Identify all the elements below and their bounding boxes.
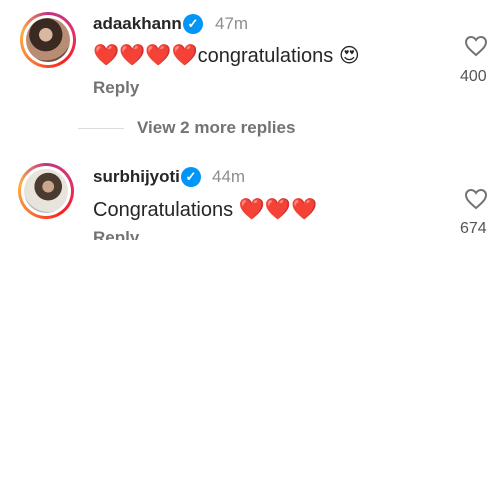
avatar[interactable]: [18, 163, 74, 219]
reply-button[interactable]: Reply: [93, 228, 139, 240]
view-more-replies-label[interactable]: View 2 more replies: [137, 118, 295, 138]
heart-eyes-emoji: 😍: [338, 43, 360, 67]
heart-outline-icon[interactable]: [464, 188, 488, 210]
reply-button[interactable]: Reply: [93, 78, 139, 98]
heart-outline-icon[interactable]: [464, 35, 488, 57]
username[interactable]: surbhijyoti: [93, 167, 180, 187]
comment-text: ❤️❤️❤️❤️congratulations 😍: [93, 43, 360, 68]
divider-line: [78, 128, 124, 129]
avatar-image: [24, 169, 68, 213]
comment-time: 44m: [212, 167, 246, 186]
verified-badge-icon: ✓: [181, 167, 201, 187]
heart-emoji: ❤️❤️❤️: [238, 197, 318, 221]
like-count: 400: [460, 68, 487, 85]
comment-body: Congratulations: [93, 199, 234, 221]
comment-surbhijyoti: surbhijyoti ✓ 44m Congratulations ❤️❤️❤️…: [0, 150, 500, 240]
avatar-border: [21, 166, 71, 216]
comment-time: 47m: [215, 14, 249, 33]
avatar[interactable]: [20, 12, 76, 68]
comment-text: Congratulations ❤️❤️❤️: [93, 197, 317, 222]
comment-body: congratulations: [197, 45, 334, 67]
avatar-image: [26, 18, 70, 62]
like-count: 674: [460, 220, 487, 237]
avatar-border: [23, 15, 73, 65]
heart-emoji: ❤️❤️❤️❤️: [93, 43, 198, 67]
verified-badge-icon: ✓: [183, 14, 203, 34]
comment-adaakhann: adaakhann ✓ 47m ❤️❤️❤️❤️congratulations …: [0, 0, 500, 100]
view-more-replies[interactable]: View 2 more replies: [78, 118, 378, 140]
username[interactable]: adaakhann: [93, 14, 182, 34]
